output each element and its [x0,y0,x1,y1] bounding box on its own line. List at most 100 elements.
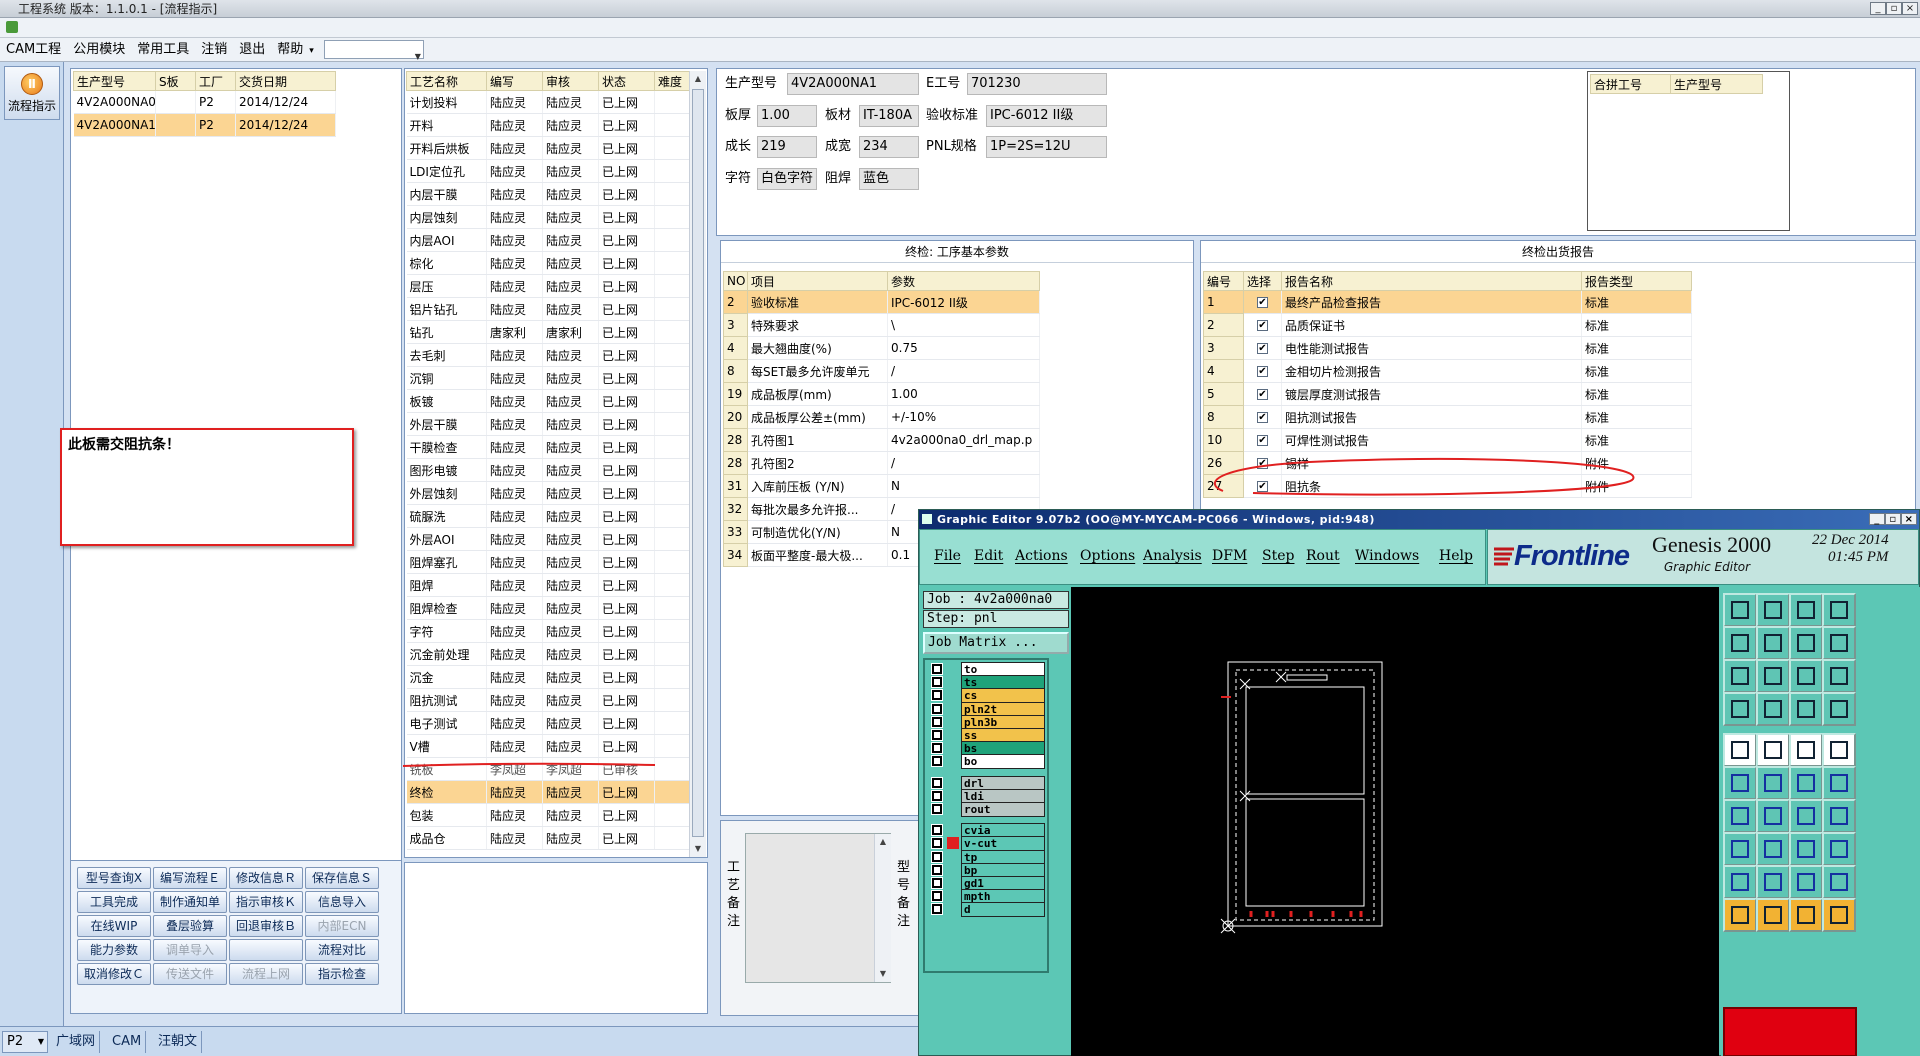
group-icon[interactable] [1822,832,1856,866]
layer-checkbox[interactable] [931,729,943,741]
action-button[interactable]: 传送文件 [153,963,227,985]
snapshot-icon[interactable] [1723,733,1757,767]
table-row[interactable]: 开料 陆应灵 陆应灵 已上网 [406,113,691,137]
col-author[interactable]: 编写 [486,71,543,91]
layer-checkbox[interactable] [931,863,943,876]
layer-checkbox[interactable] [931,903,943,916]
table-row[interactable]: 内层干膜 陆应灵 陆应灵 已上网 [406,182,691,206]
layer-checkbox[interactable] [931,689,943,702]
table-row[interactable]: 阻抗测试 陆应灵 陆应灵 已上网 [406,688,691,712]
gmenu-analysis[interactable]: Analysis [1143,548,1202,564]
col-merge-no[interactable]: 合拼工号 [1590,74,1671,94]
status-network[interactable]: 广域网 [52,1031,101,1053]
action-button[interactable]: 型号查询Ⅹ [77,867,151,889]
menu-logout[interactable]: 注销 [195,38,233,62]
connect-icon[interactable] [1723,766,1757,800]
split-icon[interactable] [1822,799,1856,833]
action-button[interactable]: 制作通知单 [153,891,227,913]
draw-icon[interactable] [1756,733,1790,767]
scroll-down-icon[interactable]: ▼ [875,966,891,982]
table-row[interactable]: 图形电镀 陆应灵 陆应灵 已上网 [406,458,691,482]
col-no[interactable]: NO [723,271,748,291]
route-icon[interactable] [1789,692,1823,726]
eno-field[interactable]: 701230 [967,73,1107,95]
layer-checkbox[interactable] [931,776,943,789]
table-row[interactable]: 沉金 陆应灵 陆应灵 已上网 [406,665,691,689]
table-row[interactable]: 开料后烘板 陆应灵 陆应灵 已上网 [406,136,691,160]
checkbox[interactable]: ✔ [1257,389,1268,400]
menu-help[interactable]: 帮助 [271,38,309,62]
layer-checkbox[interactable] [931,890,943,903]
table-row[interactable]: 3 特殊要求 \ [723,313,1040,337]
table-row[interactable]: 3 ✔ 电性能测试报告 标准 [1203,336,1692,360]
action-button[interactable]: 保存信息Ｓ [305,867,379,889]
gmenu-file[interactable]: File [934,548,961,564]
gmenu-options[interactable]: Options [1080,548,1135,564]
thickness-field[interactable]: 1.00 [757,105,817,127]
checkbox[interactable]: ✔ [1257,435,1268,446]
color-swatch[interactable] [1723,1007,1857,1056]
add-icon[interactable] [1789,832,1823,866]
table-row[interactable]: V槽 陆应灵 陆应灵 已上网 [406,734,691,758]
action-button[interactable]: 指示检查 [305,963,379,985]
length-field[interactable]: 219 [757,136,817,158]
gmenu-rout[interactable]: Rout [1306,548,1340,564]
standard-field[interactable]: IPC-6012 II级 [986,105,1107,127]
col-process[interactable]: 工艺名称 [406,71,487,91]
cross-icon[interactable] [1756,766,1790,800]
layer-checkbox[interactable] [931,663,943,675]
scroll-up-icon[interactable]: ▲ [875,834,891,850]
close-button[interactable]: × [1902,2,1918,15]
genesis-close-button[interactable]: × [1901,513,1917,525]
layer-checkbox[interactable] [931,803,943,815]
scale-icon[interactable] [1789,659,1823,693]
undo-icon[interactable] [1789,626,1823,660]
width-field[interactable]: 234 [859,136,919,158]
layer-icon[interactable] [1822,692,1856,726]
table-row[interactable]: 2 ✔ 品质保证书 标准 [1203,313,1692,337]
gmenu-edit[interactable]: Edit [974,548,1003,564]
gmenu-help[interactable]: Help [1439,548,1473,564]
layer-checkbox[interactable] [931,742,943,755]
zoom-fit-icon[interactable] [1723,659,1757,693]
table-row-selected[interactable]: 2 验收标准 IPC-6012 II级 [723,290,1040,314]
genesis-minimize-button[interactable]: _ [1869,513,1885,525]
ruler-icon[interactable] [1789,733,1823,767]
checkbox[interactable]: ✔ [1257,343,1268,354]
table-row[interactable]: 沉铜 陆应灵 陆应灵 已上网 [406,366,691,390]
table-row-selected[interactable]: 4V2A000NA1 P2 2014/12/24 [73,113,336,137]
action-button[interactable]: 工具完成 [77,891,151,913]
action-button[interactable]: 内部ECN [305,915,379,937]
table-row[interactable]: 阻焊 陆应灵 陆应灵 已上网 [406,573,691,597]
col-merge-model[interactable]: 生产型号 [1670,74,1763,94]
layer-checkbox[interactable] [931,676,943,689]
job-matrix-button[interactable]: Job Matrix ... [923,632,1069,654]
action-button[interactable]: 修改信息Ｒ [229,867,303,889]
table-row[interactable]: 内层蚀刻 陆应灵 陆应灵 已上网 [406,205,691,229]
col-status[interactable]: 状态 [598,71,655,91]
genesis-maximize-button[interactable]: ▫ [1885,513,1901,525]
action-button[interactable]: 取消修改Ｃ [77,963,151,985]
material-field[interactable]: IT-180A [859,105,919,127]
table-row[interactable]: 28 孔符图2/ [723,451,1040,475]
point-icon[interactable] [1822,733,1856,767]
view-icon[interactable] [1756,692,1790,726]
status-user[interactable]: 汪朝文 [154,1031,203,1053]
export-icon[interactable] [1756,626,1790,660]
toolbar-combo[interactable]: ▼ [323,40,424,61]
layer-checkbox[interactable] [931,824,943,837]
arrow4-icon[interactable] [1822,898,1856,932]
pnl-field[interactable]: 1P=2S=12U [986,136,1107,158]
open-icon[interactable] [1723,593,1757,627]
pin-icon[interactable] [1822,766,1856,800]
action-button[interactable]: 回退审核Ｂ [229,915,303,937]
gmenu-dfm[interactable]: DFM [1212,548,1247,564]
table-row[interactable]: 干膜检查 陆应灵 陆应灵 已上网 [406,435,691,459]
checkbox[interactable]: ✔ [1257,297,1268,308]
table-row[interactable]: 字符 陆应灵 陆应灵 已上网 [406,619,691,643]
action-button[interactable]: 指示审核Ｋ [229,891,303,913]
action-button[interactable]: 流程对比 [305,939,379,961]
table-row-selected[interactable]: 终检 陆应灵 陆应灵 已上网 [406,780,691,804]
layer-item[interactable]: d [929,902,1045,918]
action-button[interactable]: 能力参数 [77,939,151,961]
